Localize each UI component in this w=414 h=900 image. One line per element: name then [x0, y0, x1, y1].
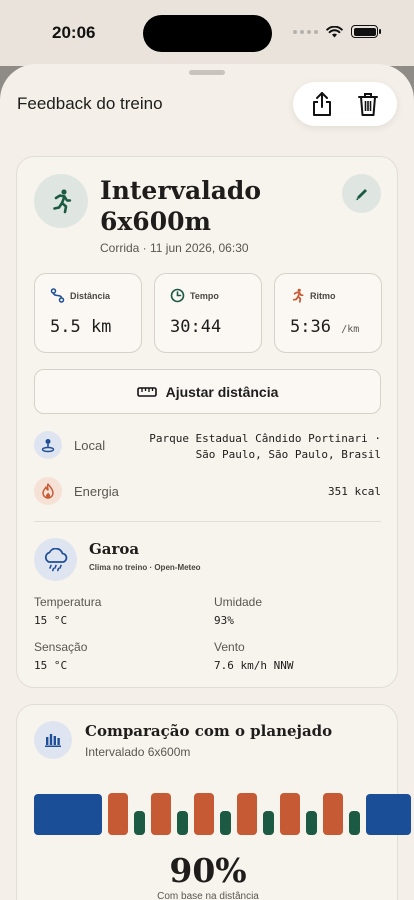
temperature-value: 15 °C [34, 614, 68, 627]
segment-bar-interval [237, 793, 257, 835]
workout-type-badge [34, 174, 88, 228]
humidity-value: 93% [214, 614, 234, 627]
segment-bar-warmup [34, 794, 102, 835]
segment-bar-recovery [263, 811, 274, 835]
ruler-icon [136, 386, 157, 397]
section-divider [34, 521, 381, 522]
comparison-subtitle: Intervalado 6x600m [85, 745, 191, 759]
stat-distance-value: 5.5 km [50, 317, 112, 337]
stat-pace-value: 5:36 [290, 317, 331, 337]
sheet-actions [293, 82, 397, 126]
edit-button[interactable] [342, 174, 381, 213]
pencil-icon [355, 188, 367, 200]
dynamic-island [143, 15, 272, 52]
drizzle-cloud-icon [44, 547, 67, 571]
weather-icon-badge [34, 538, 77, 581]
feels-like-value: 15 °C [34, 659, 68, 672]
status-time: 20:06 [52, 23, 96, 42]
segment-bar-interval [280, 793, 300, 835]
segment-bar-cooldown [366, 794, 411, 835]
delete-button[interactable] [352, 88, 384, 120]
adjust-distance-label: Ajustar distância [165, 383, 279, 400]
plan-comparison-card: Comparação com o planejado Intervalado 6… [16, 704, 411, 900]
clock-icon [170, 288, 185, 303]
status-bar: 20:06 [0, 0, 414, 66]
workout-title: Intervalado 6x600m [100, 176, 262, 236]
weather-humidity: Umidade 93% [214, 595, 262, 627]
energy-value: 351 kcal [328, 485, 381, 498]
energy-icon-badge [34, 477, 62, 505]
comparison-title: Comparação com o planejado [85, 722, 333, 740]
segment-bar-recovery [220, 811, 231, 835]
energy-row: Energia 351 kcal [34, 477, 381, 507]
segment-bar-recovery [349, 811, 360, 835]
location-value-line1: Parque Estadual Cândido Portinari · [149, 432, 381, 445]
stat-time-label: Tempo [190, 290, 219, 301]
runner-icon [292, 288, 304, 303]
trash-icon [358, 93, 378, 116]
stat-pace-label: Ritmo [310, 290, 336, 301]
completion-percent: 90% [169, 851, 247, 890]
sheet-grabber[interactable] [189, 70, 225, 75]
wind-value: 7.6 km/h NNW [214, 659, 294, 672]
status-indicators [293, 25, 381, 38]
stat-time: Tempo 30:44 [154, 273, 262, 353]
runner-icon [53, 189, 72, 214]
share-icon [313, 92, 331, 116]
location-label: Local [74, 438, 106, 453]
sheet-title: Feedback do treino [17, 94, 163, 113]
weather-wind: Vento 7.6 km/h NNW [214, 640, 293, 672]
workout-subtitle: Corrida · 11 jun 2026, 06:30 [100, 241, 249, 255]
stat-distance-label: Distância [70, 290, 111, 301]
segment-bar-recovery [306, 811, 317, 835]
adjust-distance-button[interactable]: Ajustar distância [34, 369, 381, 414]
stat-distance: Distância 5.5 km [34, 273, 142, 353]
flame-icon [42, 483, 54, 499]
wifi-icon [326, 25, 343, 37]
energy-label: Energia [74, 484, 119, 499]
share-button[interactable] [306, 88, 338, 120]
route-icon [50, 288, 65, 303]
battery-icon [351, 25, 381, 38]
weather-feels-like: Sensação 15 °C [34, 640, 87, 672]
wind-label: Vento [214, 640, 245, 654]
segment-bar-recovery [134, 811, 145, 835]
weather-source: Clima no treino · Open-Meteo [89, 563, 201, 572]
location-value: Parque Estadual Cândido Portinari · São … [149, 431, 381, 463]
location-row: Local Parque Estadual Cândido Portinari … [34, 431, 381, 467]
temperature-label: Temperatura [34, 595, 102, 609]
location-icon-badge [34, 431, 62, 459]
cellular-signal-icon [293, 29, 318, 34]
weather-temperature: Temperatura 15 °C [34, 595, 101, 627]
segment-bar-interval [323, 793, 343, 835]
planned-segments-chart [34, 793, 411, 835]
segment-bar-interval [151, 793, 171, 835]
segment-bar-interval [194, 793, 214, 835]
location-value-line2: São Paulo, São Paulo, Brasil [195, 448, 381, 461]
stat-pace-unit: /km [341, 324, 360, 335]
comparison-icon-badge [34, 721, 72, 759]
segment-bar-recovery [177, 811, 188, 835]
workout-summary-card: Intervalado 6x600m Corrida · 11 jun 2026… [16, 156, 398, 688]
feedback-sheet: Feedback do treino Intervalado 6x600m Co… [0, 64, 414, 900]
humidity-label: Umidade [214, 595, 263, 609]
map-pin-icon [41, 439, 55, 453]
stat-time-value: 30:44 [170, 317, 222, 337]
segment-bar-interval [108, 793, 128, 835]
completion-note: Com base na distância [157, 891, 259, 900]
feels-like-label: Sensação [34, 640, 88, 654]
bar-chart-icon [45, 734, 61, 747]
stat-pace: Ritmo 5:36 /km [274, 273, 382, 353]
weather-condition: Garoa [89, 540, 140, 558]
